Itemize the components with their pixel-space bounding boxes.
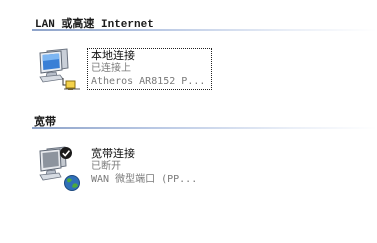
connection-device: WAN 微型端口 (PP... [91, 174, 198, 185]
connection-item-broadband[interactable]: 宽带连接 已断开 WAN 微型端口 (PP... [34, 146, 214, 196]
broadband-connection-icon [34, 146, 82, 192]
connection-name: 宽带连接 [91, 147, 135, 160]
connection-device: Atheros AR8152 P... [91, 76, 206, 87]
group-header-lan: LAN 或高速 Internet [0, 12, 377, 32]
connection-text-lan: 本地连接 已连接上 Atheros AR8152 P... [91, 49, 221, 88]
connection-text-broadband: 宽带连接 已断开 WAN 微型端口 (PP... [91, 147, 221, 186]
lan-connection-icon [34, 48, 82, 94]
connection-status: 已连接上 [91, 63, 131, 74]
group-divider-lan [32, 29, 377, 31]
group-header-broadband: 宽带 [0, 110, 377, 130]
connection-name: 本地连接 [91, 49, 135, 62]
group-divider-broadband [32, 127, 377, 129]
connection-item-lan[interactable]: 本地连接 已连接上 Atheros AR8152 P... [34, 48, 214, 98]
connection-status: 已断开 [91, 161, 121, 172]
